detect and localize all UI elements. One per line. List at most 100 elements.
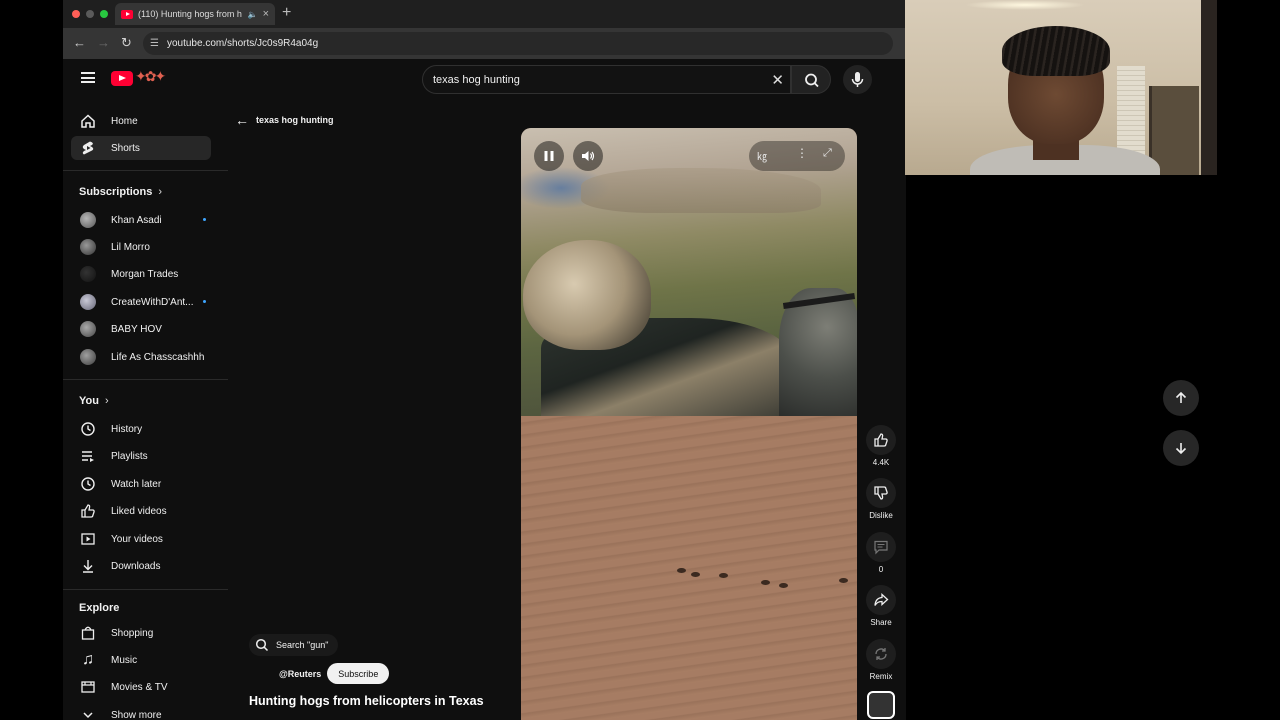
youtube-favicon-icon <box>121 9 133 19</box>
next-short-button[interactable] <box>1163 430 1199 466</box>
browser-tab[interactable]: (110) Hunting hogs from h 🔈 × <box>115 3 275 25</box>
logo-doodle-icon[interactable]: ✦✿✦ <box>135 68 166 85</box>
address-bar[interactable]: ☰ youtube.com/shorts/Jc0s9R4a04g <box>143 32 893 55</box>
reload-icon[interactable]: ↻ <box>121 35 132 51</box>
sidebar-item-label: CreateWithD'Ant... <box>111 296 194 308</box>
forward-icon[interactable]: → <box>97 35 110 50</box>
like-action[interactable]: 4.4K <box>863 425 899 467</box>
door-frame <box>1201 0 1217 175</box>
sidebar-item-subscription[interactable]: Khan Asadi <box>71 208 211 232</box>
dislike-button[interactable] <box>866 478 896 508</box>
sidebar-item-history[interactable]: History <box>71 417 211 441</box>
sidebar-item-liked-videos[interactable]: Liked videos <box>71 499 211 523</box>
sidebar-item-home[interactable]: Home <box>71 109 211 133</box>
short-title[interactable]: Hunting hogs from helicopters in Texas <box>249 694 484 708</box>
site-info-icon[interactable]: ☰ <box>150 38 159 49</box>
sidebar-item-subscription[interactable]: Morgan Trades <box>71 262 211 286</box>
sidebar-item-shopping[interactable]: Shopping <box>71 621 211 645</box>
remix-button[interactable] <box>866 639 896 669</box>
like-button[interactable] <box>866 425 896 455</box>
short-video-player[interactable]: ㎏ ⋮ ⤢ <box>521 128 857 720</box>
sidebar-item-label: Lil Morro <box>111 241 150 253</box>
subscriptions-heading[interactable]: Subscriptions › <box>79 186 162 198</box>
related-search-chip[interactable]: Search "gun" <box>249 634 339 656</box>
avatar <box>80 212 96 228</box>
sidebar-item-label: Life As Chasscashhh <box>111 351 205 363</box>
back-to-search[interactable]: ← texas hog hunting <box>235 112 334 128</box>
avatar <box>80 239 96 255</box>
previous-short-button[interactable] <box>1163 380 1199 416</box>
shopping-icon <box>80 625 96 641</box>
you-heading-label: You <box>79 395 99 407</box>
sidebar-item-music[interactable]: ♫ Music <box>71 648 211 672</box>
sidebar-item-watch-later[interactable]: Watch later <box>71 472 211 496</box>
divider <box>63 379 228 380</box>
maximize-window-button[interactable] <box>100 10 108 18</box>
sound-thumbnail[interactable] <box>863 691 899 719</box>
youtube-logo[interactable] <box>111 71 133 86</box>
clear-search-icon[interactable]: ✕ <box>771 71 784 89</box>
menu-icon[interactable] <box>81 72 95 83</box>
comments-button[interactable] <box>866 532 896 562</box>
more-options-icon[interactable]: ⋮ <box>796 146 808 160</box>
fullscreen-icon[interactable]: ⤢ <box>823 147 832 160</box>
volume-button[interactable] <box>573 141 603 171</box>
dislike-action[interactable]: Dislike <box>863 478 899 520</box>
your-videos-icon <box>80 531 96 547</box>
home-icon <box>80 113 96 129</box>
sidebar-item-label: Shorts <box>111 142 140 154</box>
avatar <box>80 266 96 282</box>
share-action[interactable]: Share <box>863 585 899 627</box>
sidebar-item-subscription[interactable]: BABY HOV <box>71 317 211 341</box>
watch-later-icon <box>80 476 96 492</box>
close-window-button[interactable] <box>72 10 80 18</box>
sidebar-item-label: Movies & TV <box>111 681 168 693</box>
search-icon <box>805 73 819 88</box>
youtube-header: ✦✿✦ ✕ <box>63 59 906 101</box>
ceiling-light <box>965 0 1085 10</box>
captions-icon[interactable]: ㎏ <box>757 148 767 163</box>
sidebar-item-label: Show more <box>111 709 162 720</box>
divider <box>63 589 228 590</box>
search-box[interactable]: ✕ <box>422 65 791 94</box>
webcam-overlay <box>905 0 1217 175</box>
url-text: youtube.com/shorts/Jc0s9R4a04g <box>166 38 319 49</box>
channel-row: @Reuters Subscribe <box>279 663 390 684</box>
sidebar-item-label: Downloads <box>111 560 161 572</box>
subscriptions-heading-label: Subscriptions <box>79 186 153 198</box>
sidebar-item-subscription[interactable]: Lil Morro <box>71 235 211 259</box>
you-heading[interactable]: You › <box>79 395 109 407</box>
close-tab-icon[interactable]: × <box>263 8 269 20</box>
sidebar-item-subscription[interactable]: CreateWithD'Ant... <box>71 290 211 314</box>
sidebar-item-your-videos[interactable]: Your videos <box>71 527 211 551</box>
voice-search-button[interactable] <box>843 65 872 94</box>
sidebar-item-shorts[interactable]: Shorts <box>71 136 211 160</box>
comments-action[interactable]: 0 <box>863 532 899 574</box>
new-tab-icon[interactable]: + <box>282 4 291 22</box>
downloads-icon <box>80 558 96 574</box>
sidebar-item-subscription[interactable]: Life As Chasscashhh <box>71 345 211 369</box>
sidebar-item-show-more[interactable]: Show more <box>71 703 211 720</box>
sidebar-item-playlists[interactable]: Playlists <box>71 444 211 468</box>
remix-label: Remix <box>869 672 893 681</box>
volume-icon <box>582 151 595 161</box>
sidebar-item-downloads[interactable]: Downloads <box>71 554 211 578</box>
tab-strip: (110) Hunting hogs from h 🔈 × + <box>63 0 906 28</box>
minimize-window-button[interactable] <box>86 10 94 18</box>
playlists-icon <box>80 448 96 464</box>
pause-button[interactable] <box>534 141 564 171</box>
back-icon[interactable]: ← <box>73 35 86 50</box>
new-content-dot <box>203 300 206 303</box>
search-input[interactable] <box>433 73 763 86</box>
speaker-icon[interactable]: 🔈 <box>248 10 258 19</box>
shorts-icon <box>80 140 96 156</box>
share-button[interactable] <box>866 585 896 615</box>
sidebar-item-movies-tv[interactable]: Movies & TV <box>71 675 211 699</box>
subscribe-button[interactable]: Subscribe <box>327 663 390 684</box>
remix-action[interactable]: Remix <box>863 639 899 681</box>
passenger-helmet <box>523 240 651 350</box>
channel-handle[interactable]: @Reuters <box>279 669 321 679</box>
music-icon: ♫ <box>82 651 94 668</box>
hog <box>677 568 686 573</box>
search-button[interactable] <box>791 65 831 94</box>
